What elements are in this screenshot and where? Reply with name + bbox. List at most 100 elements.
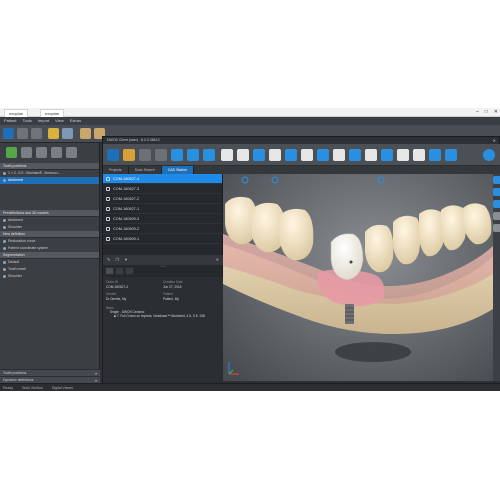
jaw-icon[interactable] bbox=[80, 128, 91, 139]
left-panel-item[interactable]: Abutment bbox=[0, 217, 99, 224]
3d-viewport[interactable] bbox=[223, 174, 493, 381]
arch-icon[interactable] bbox=[221, 149, 233, 161]
implant-icon[interactable] bbox=[381, 149, 393, 161]
menu-extras[interactable]: Extras bbox=[70, 117, 81, 125]
order-id-value: COM-180627-4 bbox=[106, 285, 128, 289]
detail-tab-history[interactable] bbox=[125, 267, 134, 275]
window-tab-1[interactable]: exoplan bbox=[4, 109, 29, 117]
project-id: COM-180609-1 bbox=[113, 237, 140, 241]
cursor-icon[interactable] bbox=[493, 200, 500, 208]
arch-icon[interactable] bbox=[237, 149, 249, 161]
status-bar: Ready Work Section Digital Viewer bbox=[0, 383, 500, 391]
tooth-icon[interactable] bbox=[301, 149, 313, 161]
menu-tools[interactable]: Tools bbox=[22, 117, 31, 125]
detail-tabs bbox=[103, 267, 223, 275]
abutment-icon[interactable] bbox=[36, 147, 47, 158]
item-label: Default bbox=[8, 260, 20, 264]
chart-icon[interactable] bbox=[333, 149, 345, 161]
target-icon[interactable] bbox=[203, 149, 215, 161]
order-subitem[interactable]: ■ 7. Full Crown on Implant, Variobase™ A… bbox=[106, 314, 220, 318]
dialog-tabs: Projects Scan Search CAD Station bbox=[103, 166, 500, 174]
crown-icon[interactable] bbox=[253, 149, 265, 161]
section-header-new-definition[interactable]: New definition bbox=[0, 231, 99, 238]
tab-projects[interactable]: Projects bbox=[103, 166, 129, 174]
save-icon[interactable] bbox=[62, 128, 73, 139]
sphere-icon[interactable] bbox=[171, 149, 183, 161]
left-panel-item[interactable]: Default bbox=[0, 259, 99, 266]
refresh-icon[interactable] bbox=[429, 149, 441, 161]
back-icon[interactable] bbox=[17, 128, 28, 139]
model-icon[interactable] bbox=[155, 149, 167, 161]
edit-icon[interactable]: ✎ bbox=[107, 257, 110, 263]
settings-icon[interactable] bbox=[445, 149, 457, 161]
sphere-icon[interactable] bbox=[187, 149, 199, 161]
maximize-button[interactable]: □ bbox=[485, 109, 488, 115]
tooth-icon[interactable] bbox=[397, 149, 409, 161]
new-order-icon[interactable] bbox=[107, 149, 119, 161]
project-list: COM-180627-4 COM-180627-3 COM-180627-2 C… bbox=[103, 174, 223, 391]
filter-icon[interactable]: ▼ bbox=[124, 257, 128, 263]
layer-icon[interactable] bbox=[493, 224, 500, 232]
section-header-segmentation[interactable]: Segmentation bbox=[0, 252, 99, 259]
check-icon[interactable] bbox=[493, 176, 500, 184]
cut-icon[interactable] bbox=[317, 149, 329, 161]
left-panel-item[interactable]: Restoration curve bbox=[0, 238, 99, 245]
close-window-button[interactable]: ✕ bbox=[494, 109, 498, 115]
close-icon[interactable]: ✕ bbox=[216, 257, 219, 263]
tab-cad-station[interactable]: CAD Station bbox=[161, 166, 194, 174]
detail-tab-info[interactable] bbox=[105, 267, 114, 275]
project-icon bbox=[106, 237, 110, 241]
left-panel-item[interactable]: Shoulder bbox=[0, 224, 99, 231]
add-icon[interactable] bbox=[6, 147, 17, 158]
tooth-icon[interactable] bbox=[269, 149, 281, 161]
scan-icon[interactable] bbox=[139, 149, 151, 161]
left-panel-bottom: Tooth positions ▾ Dynamic definitions ▾ bbox=[0, 369, 100, 383]
crown-icon[interactable] bbox=[51, 147, 62, 158]
menu-import[interactable]: Import bbox=[38, 117, 49, 125]
project-item[interactable]: COM-180609-1 bbox=[103, 234, 222, 244]
dynamic-definitions-dropdown[interactable]: Dynamic definitions ▾ bbox=[0, 376, 100, 383]
folder-icon[interactable] bbox=[123, 149, 135, 161]
section-header-predefinitions[interactable]: Predefinitions and 3D models bbox=[0, 210, 99, 217]
implant-crown[interactable] bbox=[330, 233, 364, 281]
teeth-icon[interactable] bbox=[349, 149, 361, 161]
tool-icon[interactable] bbox=[493, 188, 500, 196]
tab-scan-search[interactable]: Scan Search bbox=[129, 166, 162, 174]
window-tab-2[interactable]: exoplan bbox=[40, 109, 65, 117]
left-panel-item[interactable]: Patient coordinate system bbox=[0, 245, 99, 252]
project-item[interactable]: COM-180609-2 bbox=[103, 224, 222, 234]
section-header-tooth-positions[interactable]: Tooth positions bbox=[0, 163, 99, 170]
tooth-icon[interactable] bbox=[365, 149, 377, 161]
copy-icon[interactable]: ❐ bbox=[115, 257, 119, 263]
tooth-icon[interactable] bbox=[21, 147, 32, 158]
left-panel-item[interactable]: Shoulder bbox=[0, 273, 99, 280]
menu-view[interactable]: View bbox=[55, 117, 64, 125]
pin-icon[interactable] bbox=[413, 149, 425, 161]
dialog-close-button[interactable]: ✕ bbox=[493, 137, 496, 144]
field-label: Tooth positions bbox=[3, 371, 27, 375]
project-item[interactable]: COM-180609-3 bbox=[103, 214, 222, 224]
project-icon bbox=[106, 217, 110, 221]
project-item[interactable]: COM-180627-3 bbox=[103, 184, 222, 194]
check-icon[interactable] bbox=[271, 176, 279, 184]
tooth-icon[interactable] bbox=[493, 212, 500, 220]
tooth-positions-dropdown[interactable]: Tooth positions ▾ bbox=[0, 369, 100, 376]
detail-tab-files[interactable] bbox=[115, 267, 124, 275]
settings-icon[interactable] bbox=[66, 147, 77, 158]
bridge-icon[interactable] bbox=[285, 149, 297, 161]
left-panel-item[interactable]: Tooth mesh bbox=[0, 266, 99, 273]
project-item[interactable]: COM-180627-1 bbox=[103, 204, 222, 214]
minimize-button[interactable]: – bbox=[476, 109, 479, 115]
menu-patient[interactable]: Patient bbox=[4, 117, 16, 125]
project-item-selected[interactable]: COM-180627-4 bbox=[103, 174, 222, 184]
creation-date-label: Creation Date bbox=[163, 280, 183, 284]
left-panel-item[interactable]: 1 × Z, S.E. Obsidian®, Venecon... bbox=[0, 170, 99, 177]
left-panel-item-selected[interactable]: Abutment bbox=[0, 177, 99, 184]
check-icon[interactable] bbox=[241, 176, 249, 184]
folder-icon[interactable] bbox=[48, 128, 59, 139]
check-icon[interactable] bbox=[377, 176, 385, 184]
home-icon[interactable] bbox=[3, 128, 14, 139]
forward-icon[interactable] bbox=[31, 128, 42, 139]
help-icon[interactable] bbox=[483, 149, 495, 161]
project-item[interactable]: COM-180627-2 bbox=[103, 194, 222, 204]
